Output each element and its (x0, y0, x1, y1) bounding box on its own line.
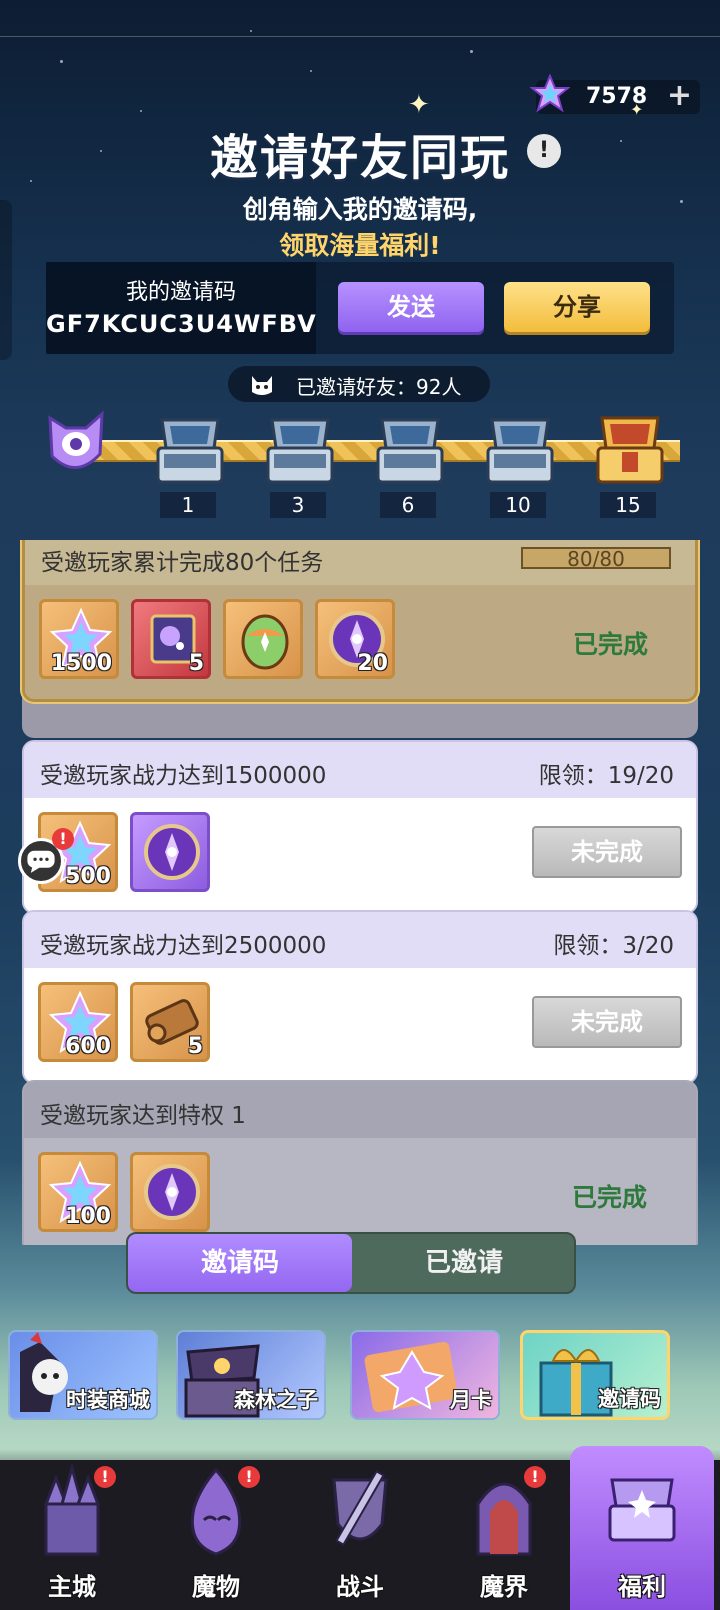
invite-code-value[interactable]: GF7KCUC3U4WFBV (46, 310, 316, 338)
reward-quantity: 20 (357, 651, 388, 676)
nav-demon-realm[interactable]: 魔界 (432, 1460, 576, 1610)
reward-item[interactable]: 1500 (39, 599, 119, 679)
task-card-pinned: 受邀玩家累计完成80个任务 80/80 1500 5 20 已完成 (22, 540, 698, 702)
nav-welfare[interactable]: 福利 (570, 1446, 714, 1610)
nav-monster[interactable]: 魔物 (144, 1460, 288, 1610)
task-title: 受邀玩家达到特权 1 (40, 1103, 246, 1129)
sparkle-icon: ✦ (408, 90, 430, 120)
cat-icon (252, 376, 272, 395)
notification-badge: ! (94, 1466, 116, 1488)
star-crystal-icon (530, 74, 570, 113)
top-divider (0, 36, 720, 37)
banner-invite-code[interactable]: 邀请码 (520, 1330, 670, 1420)
nav-label: 魔物 (192, 1573, 240, 1601)
banner-label: 时装商城 (66, 1388, 150, 1412)
banner-forest-child[interactable]: 森林之子 (176, 1330, 326, 1420)
notification-badge: ! (238, 1466, 260, 1488)
banner-label: 月卡 (450, 1388, 492, 1412)
banner-label: 森林之子 (234, 1388, 318, 1412)
nav-label: 魔界 (480, 1573, 528, 1601)
reward-item[interactable] (223, 599, 303, 679)
share-button[interactable]: 分享 (504, 282, 650, 332)
task-list[interactable]: 受邀玩家战力达到1500000 限领：19/20 500 未完成 受邀玩家战力达… (20, 540, 700, 1245)
status-incomplete-button[interactable]: 未完成 (532, 826, 682, 878)
status-completed: 已完成 (573, 630, 649, 659)
task-progress-bar: 80/80 (521, 547, 671, 571)
silver-chest-icon[interactable] (262, 408, 338, 488)
task-progress-text: 80/80 (567, 547, 625, 571)
reward-quantity: 600 (65, 1034, 111, 1059)
subtitle-line1: 创角输入我的邀请码, (242, 195, 478, 224)
purple-emblem-icon (144, 824, 200, 880)
send-button[interactable]: 发送 (338, 282, 484, 332)
banner-label: 邀请码 (598, 1387, 661, 1411)
treasure-chest-icon (608, 1478, 676, 1542)
status-completed: 已完成 (572, 1183, 648, 1212)
subtitle-line2: 领取海量福利! (279, 231, 441, 260)
chat-icon (27, 850, 55, 873)
task-card: 受邀玩家战力达到1500000 限领：19/20 500 未完成 (22, 740, 698, 914)
notification-badge: ! (524, 1466, 546, 1488)
milestone-label: 15 (600, 492, 656, 518)
reward-item[interactable]: 20 (315, 599, 395, 679)
tab-invite-code[interactable]: 邀请码 (128, 1234, 352, 1292)
nav-main-city[interactable]: 主城 (0, 1460, 144, 1610)
claim-limit: 限领：3/20 (553, 933, 674, 959)
gold-chest-icon[interactable] (592, 408, 668, 488)
reward-item[interactable]: 600 (38, 982, 118, 1062)
reward-item[interactable]: 5 (131, 599, 211, 679)
tab-bar: 邀请码 已邀请 (126, 1232, 576, 1294)
notification-badge: ! (52, 828, 74, 850)
reward-item[interactable] (130, 1152, 210, 1232)
milestone-label: 3 (270, 492, 326, 518)
invite-code-box: 我的邀请码 GF7KCUC3U4WFBV (46, 262, 316, 354)
page-title: 邀请好友同玩 (209, 130, 510, 186)
milestone-label: 6 (380, 492, 436, 518)
reward-quantity: 5 (188, 651, 204, 676)
banner-monthly-card[interactable]: 月卡 (350, 1330, 500, 1420)
task-card: 受邀玩家达到特权 1 100 已完成 (22, 1080, 698, 1245)
eye-creature-icon (48, 410, 104, 469)
purple-emblem-icon (144, 1164, 200, 1220)
invite-code-panel: 我的邀请码 GF7KCUC3U4WFBV 发送 分享 (46, 262, 674, 354)
task-title: 受邀玩家累计完成80个任务 (41, 550, 324, 576)
silver-chest-icon[interactable] (372, 408, 448, 488)
reward-item[interactable] (130, 812, 210, 892)
milestone-label: 1 (160, 492, 216, 518)
nav-label: 主城 (48, 1573, 96, 1601)
task-card: 受邀玩家战力达到2500000 限领：3/20 600 5 未完成 (22, 910, 698, 1084)
bottom-navigation: 主城 ! 魔物 ! 战斗 魔界 ! 福利 (0, 1446, 720, 1610)
shield-sword-icon (332, 1469, 388, 1547)
task-title: 受邀玩家战力达到2500000 (40, 933, 327, 959)
invite-code-label: 我的邀请码 (125, 280, 236, 305)
reward-quantity: 100 (65, 1204, 111, 1229)
invited-count-text: 已邀请好友：92人 (296, 375, 462, 399)
currency-display: 7578 + (530, 74, 700, 114)
silver-chest-icon[interactable] (482, 408, 558, 488)
silver-chest-icon[interactable] (152, 408, 228, 488)
reward-quantity: 1500 (50, 651, 112, 676)
claim-limit: 限领：19/20 (538, 763, 674, 789)
milestone-label: 10 (490, 492, 546, 518)
sparkle-icon: ✦ (630, 100, 644, 119)
nav-battle[interactable]: 战斗 (288, 1460, 432, 1610)
status-incomplete-button[interactable]: 未完成 (532, 996, 682, 1048)
rainbow-egg-icon (241, 614, 289, 670)
reward-item[interactable]: 100 (38, 1152, 118, 1232)
reward-quantity: 5 (187, 1034, 203, 1059)
nav-label: 福利 (618, 1573, 666, 1601)
add-currency-button[interactable]: + (667, 80, 692, 112)
reward-quantity: 500 (65, 864, 111, 889)
banner-fashion-shop[interactable]: 时装商城 (8, 1330, 158, 1420)
invited-count-pill: 已邀请好友：92人 (228, 366, 490, 402)
reward-item[interactable]: 5 (130, 982, 210, 1062)
tab-invited[interactable]: 已邀请 (352, 1234, 574, 1292)
task-title: 受邀玩家战力达到1500000 (40, 763, 327, 789)
info-button[interactable]: ! (527, 134, 561, 168)
nav-label: 战斗 (336, 1573, 384, 1601)
